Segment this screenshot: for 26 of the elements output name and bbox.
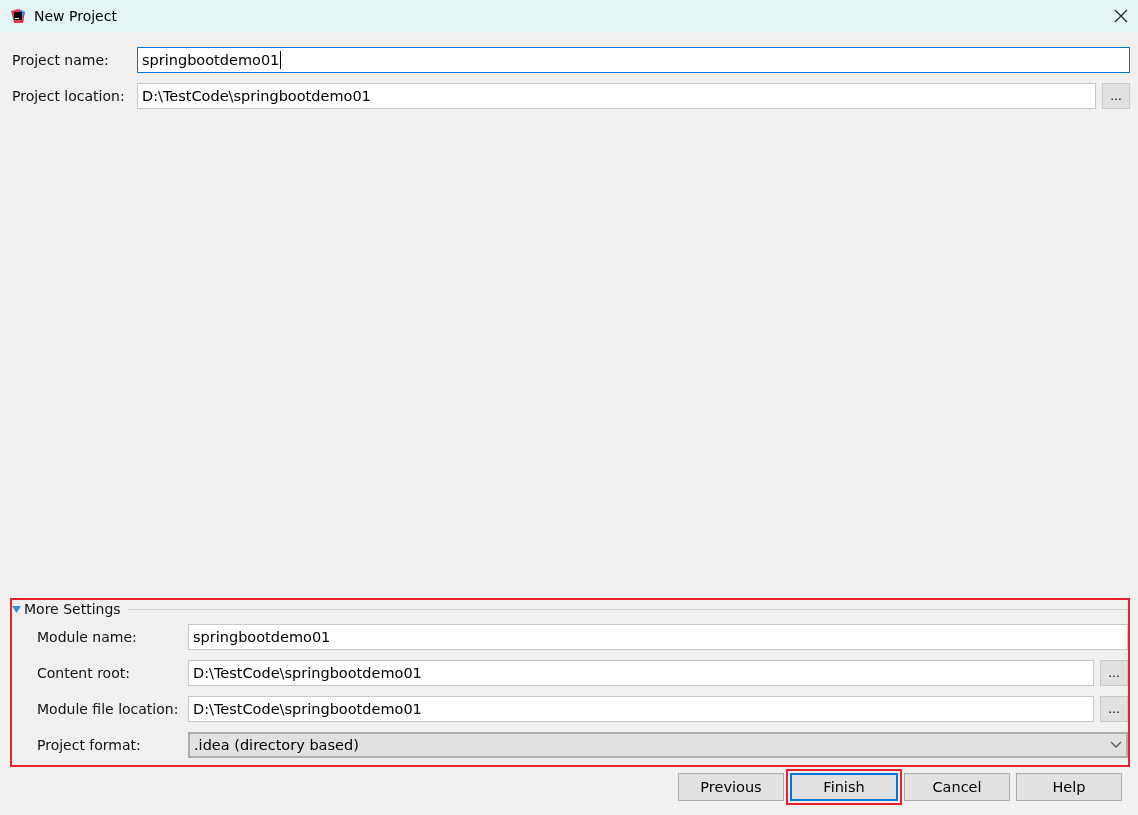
text-field[interactable]: D:\TestCode\springbootdemo01 bbox=[137, 83, 1096, 109]
window-title: New Project bbox=[34, 8, 118, 24]
dialog-button[interactable]: Finish bbox=[790, 773, 898, 801]
field-label: Project name: bbox=[12, 52, 110, 68]
dialog-button[interactable]: Help bbox=[1016, 773, 1122, 801]
chevron-down-icon bbox=[1110, 741, 1122, 749]
field-label: Content root: bbox=[37, 665, 131, 681]
browse-button[interactable]: ... bbox=[1102, 83, 1130, 109]
text-field[interactable]: D:\TestCode\springbootdemo01 bbox=[188, 660, 1094, 686]
browse-button[interactable]: ... bbox=[1100, 660, 1128, 686]
field-label: Module file location: bbox=[37, 701, 180, 717]
dialog-button[interactable]: Previous bbox=[678, 773, 784, 801]
text-field[interactable]: springbootdemo01 bbox=[188, 624, 1128, 650]
field-label: Project format: bbox=[37, 737, 142, 753]
section-title[interactable]: More Settings bbox=[24, 601, 121, 617]
format-dropdown[interactable]: .idea (directory based) bbox=[188, 732, 1128, 758]
triangle-icon[interactable] bbox=[12, 605, 21, 613]
text-cursor bbox=[280, 51, 282, 69]
browse-button[interactable]: ... bbox=[1100, 696, 1128, 722]
dialog-button[interactable]: Cancel bbox=[904, 773, 1010, 801]
app-logo-icon bbox=[10, 8, 26, 24]
text-field[interactable]: D:\TestCode\springbootdemo01 bbox=[188, 696, 1094, 722]
field-label: Module name: bbox=[37, 629, 138, 645]
text-field[interactable]: springbootdemo01 bbox=[137, 47, 1130, 73]
field-label: Project location: bbox=[12, 88, 126, 104]
close-icon[interactable] bbox=[1114, 9, 1128, 23]
